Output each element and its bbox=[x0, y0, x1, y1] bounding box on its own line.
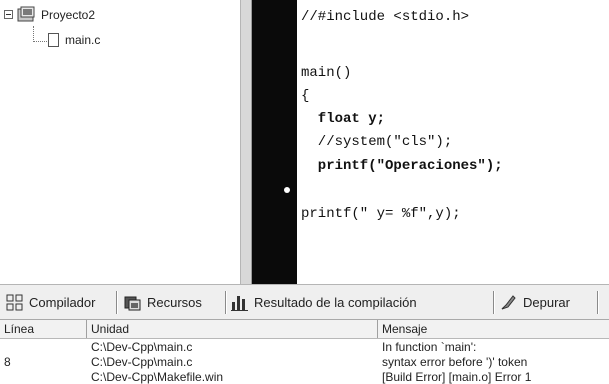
tree-item-project[interactable]: Proyecto2 bbox=[4, 6, 95, 23]
cell-unit: C:\Dev-Cpp\main.c bbox=[91, 355, 193, 369]
code-line: { bbox=[301, 88, 310, 104]
debug-icon bbox=[501, 295, 516, 310]
code-line: printf("Operaciones"); bbox=[301, 158, 503, 174]
code-line: main() bbox=[301, 65, 352, 81]
tab-build-results[interactable]: Resultado de la compilación bbox=[231, 289, 417, 316]
resources-icon bbox=[124, 296, 141, 311]
pane-splitter[interactable] bbox=[240, 0, 252, 284]
tree-item-file[interactable]: main.c bbox=[48, 33, 100, 47]
tab-divider bbox=[225, 291, 227, 314]
code-line: //#include <stdio.h> bbox=[301, 9, 470, 25]
cell-unit: C:\Dev-Cpp\main.c bbox=[91, 340, 193, 354]
tab-label: Compilador bbox=[29, 295, 96, 310]
cell-unit: C:\Dev-Cpp\Makefile.win bbox=[91, 370, 224, 384]
tree-connector bbox=[33, 41, 47, 42]
tab-divider bbox=[597, 291, 599, 314]
tree-connector bbox=[33, 26, 34, 42]
tab-label: Recursos bbox=[147, 295, 202, 310]
tab-divider bbox=[493, 291, 495, 314]
column-header-unit[interactable]: Unidad bbox=[87, 320, 378, 338]
tab-divider bbox=[116, 291, 118, 314]
file-name: main.c bbox=[65, 33, 101, 47]
compiler-messages-table: Línea Unidad Mensaje C:\Dev-Cpp\main.c I… bbox=[0, 320, 609, 384]
tab-label: Resultado de la compilación bbox=[254, 295, 417, 310]
code-line: printf(" y= %f",y); bbox=[301, 206, 461, 222]
code-line: float y; bbox=[301, 111, 386, 127]
tab-debug[interactable]: Depurar bbox=[500, 289, 570, 316]
cell-message: [Build Error] [main.o] Error 1 bbox=[382, 370, 532, 384]
bottom-tab-bar: Compilador Recursos Resultado de la comp… bbox=[0, 284, 609, 320]
column-header-line[interactable]: Línea bbox=[0, 320, 87, 338]
error-marker-icon bbox=[284, 187, 290, 193]
code-editor[interactable]: //#include <stdio.h> main() { float y; /… bbox=[297, 0, 609, 284]
project-icon bbox=[17, 6, 35, 22]
table-header: Línea Unidad Mensaje bbox=[0, 320, 609, 339]
project-tree: Proyecto2 main.c bbox=[0, 0, 240, 284]
code-line: //system("cls"); bbox=[301, 134, 453, 150]
cell-line: 8 bbox=[4, 355, 11, 369]
build-results-icon bbox=[231, 296, 248, 311]
tab-compiler[interactable]: Compilador bbox=[6, 289, 95, 316]
tab-resources[interactable]: Recursos bbox=[124, 289, 202, 316]
cell-message: In function `main': bbox=[382, 340, 477, 354]
column-header-message[interactable]: Mensaje bbox=[378, 320, 609, 338]
editor-gutter bbox=[252, 0, 297, 284]
code-line-error: y=5+(3*)6/2)+ (6/2(*3)+1; bbox=[301, 182, 512, 198]
tab-label: Depurar bbox=[523, 295, 570, 310]
project-name: Proyecto2 bbox=[41, 7, 96, 22]
compiler-icon bbox=[6, 294, 23, 311]
file-icon bbox=[48, 33, 59, 47]
cell-message: syntax error before ')' token bbox=[382, 355, 528, 369]
collapse-icon[interactable] bbox=[4, 10, 13, 19]
